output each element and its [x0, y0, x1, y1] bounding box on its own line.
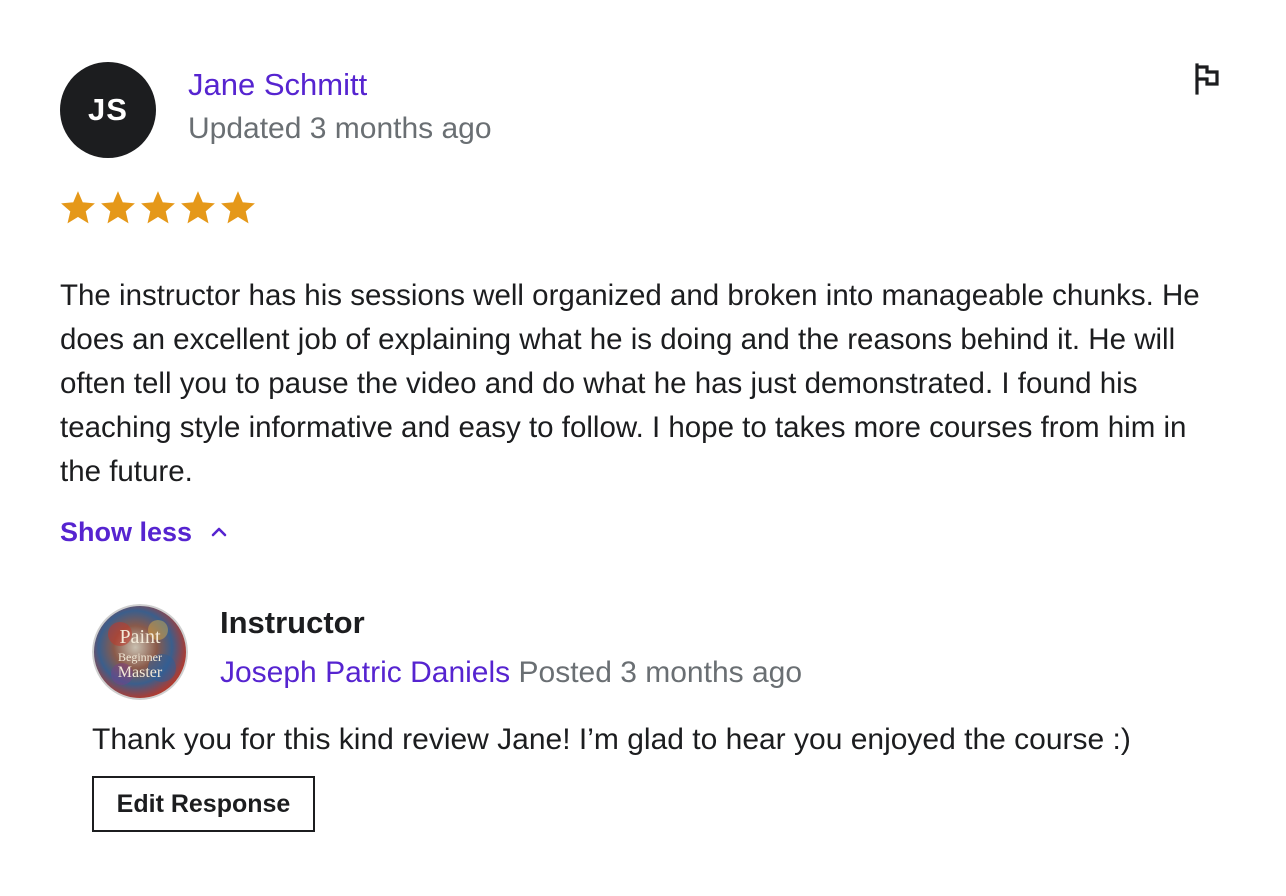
star-icon: [61, 191, 95, 224]
response-posted-time: Posted 3 months ago: [518, 656, 803, 689]
star-icon: [181, 191, 215, 224]
review-card: JS Jane Schmitt Updated 3 months ago The…: [0, 0, 1286, 896]
flag-icon: [1195, 63, 1219, 95]
review-updated-time: Updated 3 months ago: [188, 112, 492, 145]
star-icon: [221, 191, 255, 224]
instructor-name-link[interactable]: Joseph Patric Daniels: [220, 656, 510, 689]
instructor-meta: Joseph Patric Daniels Posted 3 months ag…: [220, 654, 802, 692]
star-rating: [60, 188, 256, 228]
instructor-avatar: Paint Beginner Master: [92, 604, 188, 700]
response-body: Thank you for this kind review Jane! I’m…: [92, 723, 1131, 756]
logo-text-master: Master: [118, 664, 163, 681]
paint-logo-icon: Paint Beginner Master: [92, 604, 188, 700]
reviewer-avatar: JS: [60, 62, 156, 158]
instructor-role-label: Instructor: [220, 605, 365, 640]
report-flag-button[interactable]: [1190, 62, 1224, 96]
star-icon: [101, 191, 135, 224]
show-less-button[interactable]: Show less: [60, 514, 228, 550]
chevron-up-icon: [211, 527, 227, 537]
reviewer-initials: JS: [88, 92, 128, 127]
edit-response-button[interactable]: Edit Response: [92, 776, 315, 832]
reviewer-name: Jane Schmitt: [188, 67, 368, 102]
review-body: The instructor has his sessions well org…: [60, 279, 1200, 488]
logo-text-paint: Paint: [119, 626, 161, 648]
logo-text-beginner: Beginner: [118, 650, 162, 664]
star-icon: [141, 191, 175, 224]
show-less-label: Show less: [60, 517, 193, 547]
